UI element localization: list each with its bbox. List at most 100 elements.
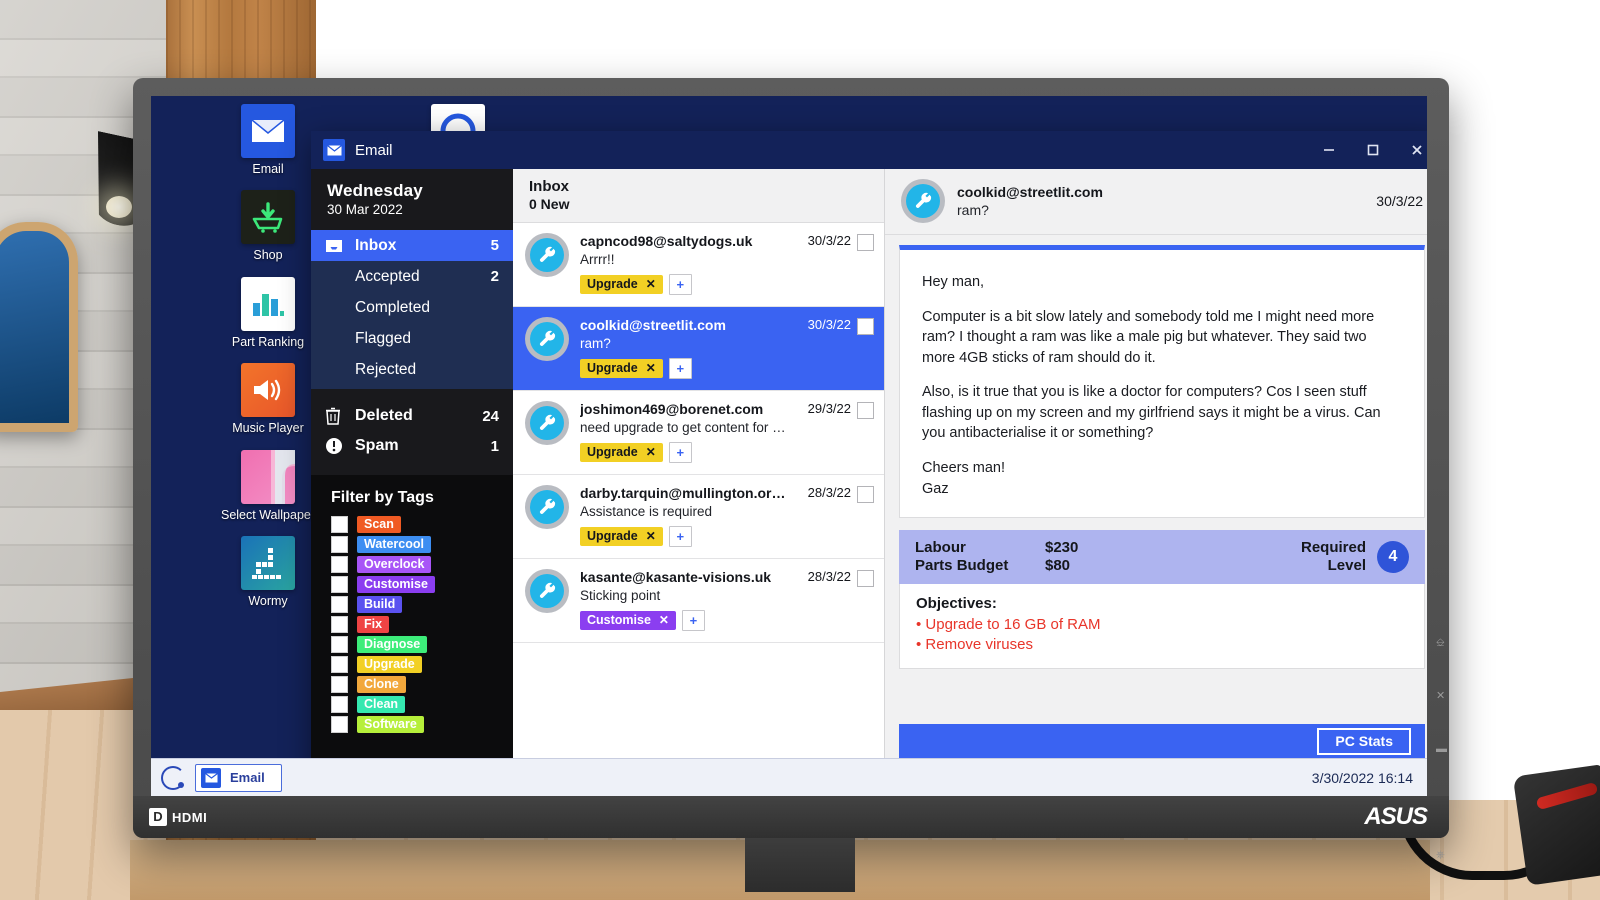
mail-item-tags: Customise ✕ + [580,610,874,631]
tag-filter-checkbox[interactable] [331,516,348,533]
add-tag-button[interactable]: + [681,610,705,631]
avatar [525,401,569,445]
mail-body-signoff: Cheers man! Gaz [922,460,1006,497]
sidebar-item-flagged[interactable]: Flagged [311,323,513,354]
desktop-icon-label: Part Ranking [231,334,305,349]
tag-filter-pill[interactable]: Build [357,596,403,613]
tag-filter-checkbox[interactable] [331,576,348,593]
tag-filter-checkbox[interactable] [331,656,348,673]
mail-item-tag[interactable]: Upgrade ✕ [580,359,663,378]
required-level-block: Required Level 4 [1301,539,1409,574]
monitor-input-button[interactable]: ▬ [1436,744,1447,755]
minimize-button[interactable] [1307,131,1351,169]
tag-filter-pill[interactable]: Diagnose [357,636,428,653]
monitor-close-button[interactable]: ✕ [1436,691,1447,702]
mail-detail-meta: coolkid@streetlit.com ram? [957,184,1103,218]
monitor: Email Shop Part Ranking Music Player Sel… [133,78,1449,861]
tag-filter-checkbox[interactable] [331,696,348,713]
tag-filter-pill[interactable]: Scan [357,516,401,533]
close-button[interactable] [1395,131,1427,169]
tag-filter-checkbox[interactable] [331,596,348,613]
tag-filter-pill[interactable]: Customise [357,576,435,593]
add-tag-button[interactable]: + [668,442,692,463]
tag-filter-row: Build [331,596,499,613]
mail-item-from: joshimon469@borenet.com [580,401,764,417]
tag-filter-pill[interactable]: Overclock [357,556,432,573]
tag-filter-checkbox[interactable] [331,556,348,573]
tag-filter-pill[interactable]: Clean [357,696,406,713]
monitor-power-button[interactable]: ⎈ [1436,850,1447,861]
tag-filter-pill[interactable]: Upgrade [357,656,422,673]
mail-list-item[interactable]: capncod98@saltydogs.uk 30/3/22 Arrrr!! Upgr… [513,223,884,307]
remove-tag-icon[interactable]: ✕ [646,445,656,459]
sidebar-item-completed[interactable]: Completed [311,292,513,323]
trash-icon [325,407,351,425]
sidebar-item-rejected[interactable]: Rejected [311,354,513,385]
tag-filter-checkbox[interactable] [331,636,348,653]
mail-item-date: 29/3/22 [807,401,851,416]
tag-filter-row: Overclock [331,556,499,573]
mail-list-item[interactable]: darby.tarquin@mullington.or… 28/3/22 Assis… [513,475,884,559]
taskbar-item-email[interactable]: Email [195,763,282,792]
objectives-title: Objectives: [916,595,997,613]
taskbar-item-label: Email [230,770,265,785]
mail-item-tag[interactable]: Upgrade ✕ [580,275,663,294]
tag-filter-row: Software [331,716,499,733]
mail-item-tag[interactable]: Upgrade ✕ [580,443,663,462]
tag-filter-pill[interactable]: Watercool [357,536,431,553]
tag-filter-checkbox[interactable] [331,716,348,733]
add-tag-button[interactable]: + [668,274,692,295]
mail-sidebar: Wednesday 30 Mar 2022 Inbox 5 Accepted 2… [311,169,513,776]
tag-filter-pill[interactable]: Fix [357,616,390,633]
sidebar-item-spam[interactable]: Spam 1 [325,431,499,461]
maximize-button[interactable] [1351,131,1395,169]
port-badges: D HDMI [149,808,207,826]
mail-item-tag[interactable]: Customise ✕ [580,611,676,630]
mail-item-subject: ram? [580,336,611,351]
mail-list-item[interactable]: coolkid@streetlit.com 30/3/22 ram? Upgrade ✕… [513,307,884,391]
pc-stats-button[interactable]: PC Stats [1317,727,1411,755]
tag-filter-row: Clone [331,676,499,693]
wrench-icon [530,238,564,272]
mail-list-item[interactable]: kasante@kasante-visions.uk 28/3/22 Stickin… [513,559,884,643]
mail-body-paragraph-1: Computer is a bit slow lately and somebo… [922,308,1375,366]
monitor-menu-button[interactable]: ⎒ [1436,638,1447,649]
mail-list-item[interactable]: joshimon469@borenet.com 29/3/22 need upgra… [513,391,884,475]
mail-detail-scroll[interactable]: Hey man, Computer is a bit slow lately a… [885,235,1427,710]
mail-item-checkbox[interactable] [857,486,874,503]
add-tag-button[interactable]: + [668,526,692,547]
mail-item-checkbox[interactable] [857,402,874,419]
tag-filter-pill[interactable]: Software [357,716,424,733]
sidebar-item-deleted[interactable]: Deleted 24 [325,401,499,431]
mail-item-checkbox[interactable] [857,570,874,587]
desktop-icon-label: Shop [253,248,283,263]
add-tag-button[interactable]: + [668,358,692,379]
sidebar-item-accepted[interactable]: Accepted 2 [311,261,513,292]
tag-filter-checkbox[interactable] [331,536,348,553]
tag-filter-checkbox[interactable] [331,616,348,633]
sidebar-item-inbox[interactable]: Inbox 5 [311,230,513,261]
sidebar-item-label: Completed [355,298,430,316]
mail-item-header: darby.tarquin@mullington.or… 28/3/22 [580,485,874,503]
mail-item-content: capncod98@saltydogs.uk 30/3/22 Arrrr!! Upgr… [580,233,874,295]
mail-item-checkbox[interactable] [857,318,874,335]
sidebar-item-label: Inbox [355,236,397,254]
start-orb-icon[interactable] [161,765,185,790]
remove-tag-icon[interactable]: ✕ [646,277,656,291]
mail-body-greeting: Hey man, [922,274,985,290]
tag-filter-checkbox[interactable] [331,676,348,693]
mail-item-tags: Upgrade ✕ + [580,274,874,295]
mail-list-new-count: 0 New [529,196,570,212]
remove-tag-icon[interactable]: ✕ [646,361,656,375]
tag-filter-pill[interactable]: Clone [357,676,406,693]
window-titlebar[interactable]: Email [311,131,1427,169]
alert-circle-icon [325,437,351,455]
mail-item-checkbox[interactable] [857,234,874,251]
wrench-icon [530,406,564,440]
labour-value: $230 [1045,539,1079,557]
sidebar-day: Wednesday [327,181,423,200]
remove-tag-icon[interactable]: ✕ [659,613,669,627]
remove-tag-icon[interactable]: ✕ [646,529,656,543]
mail-item-tag[interactable]: Upgrade ✕ [580,527,663,546]
sidebar-item-label: Flagged [355,329,412,347]
